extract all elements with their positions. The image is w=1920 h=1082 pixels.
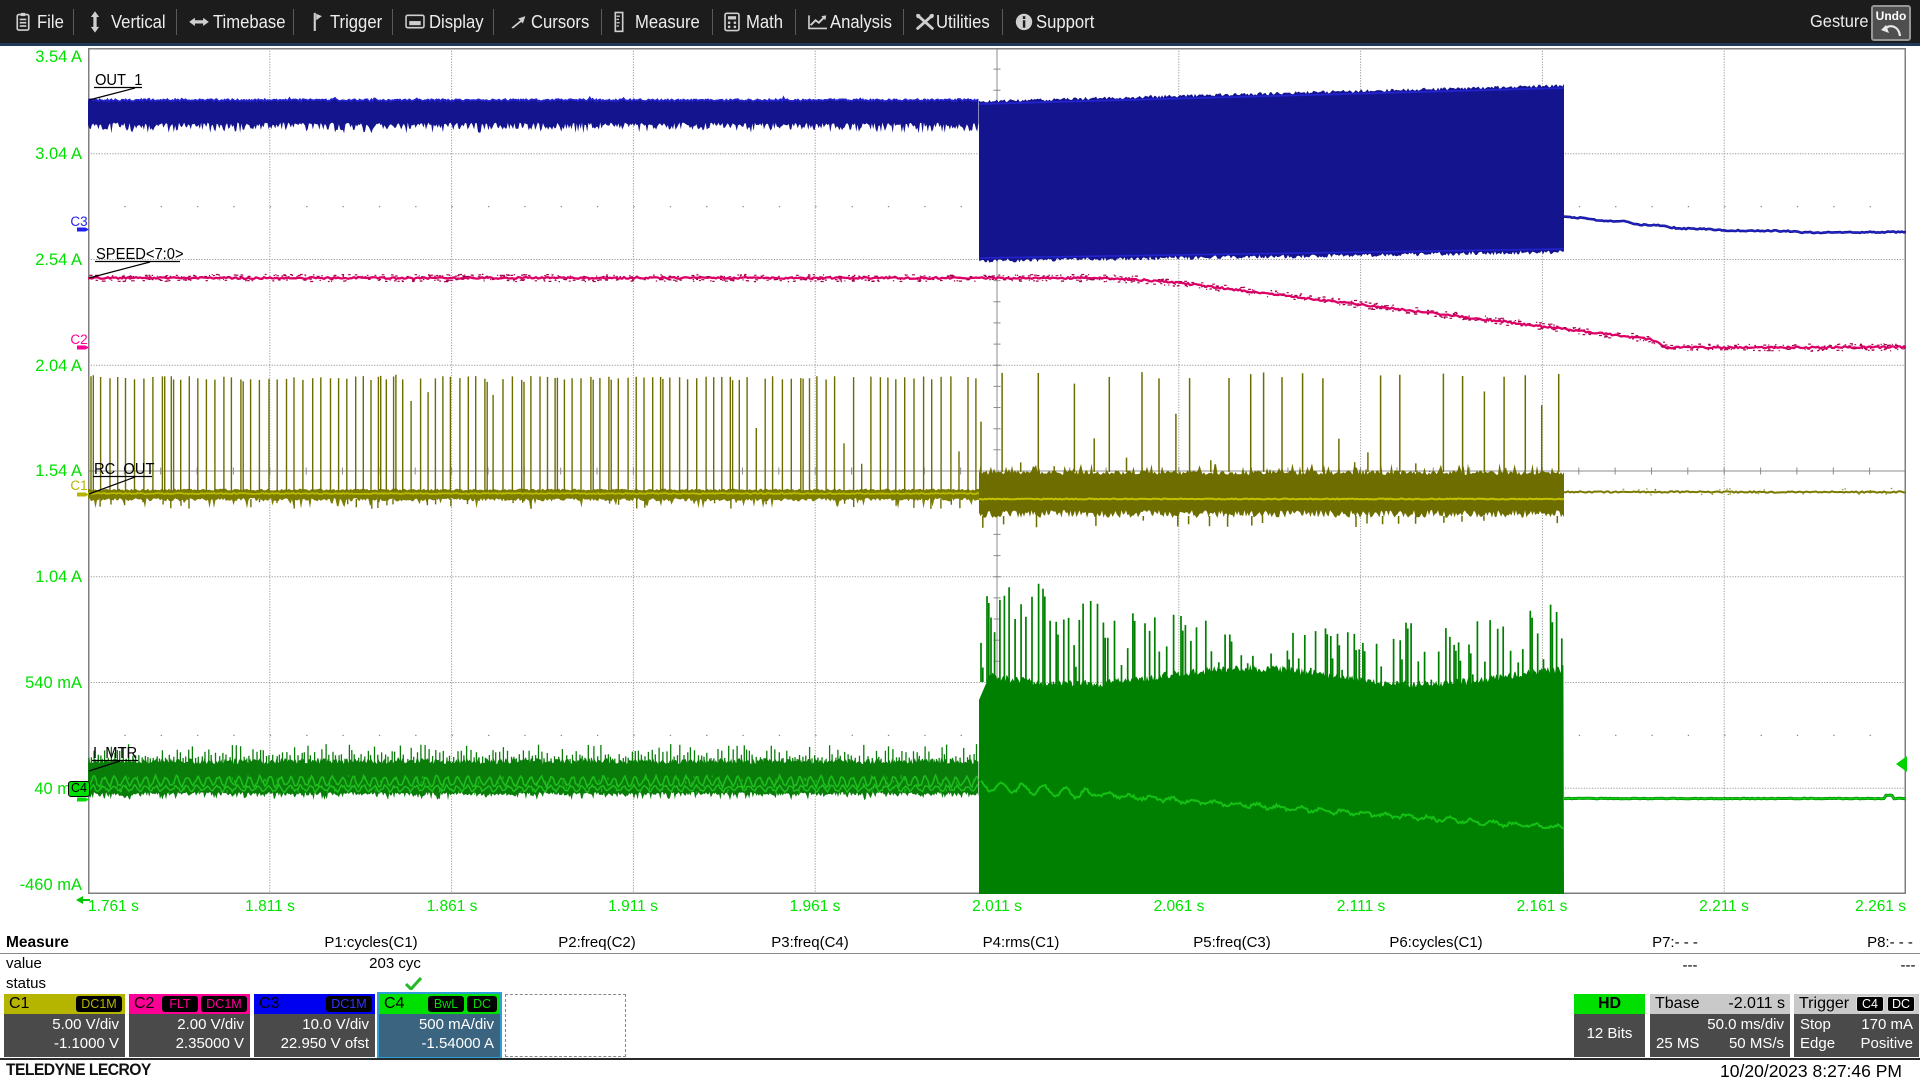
svg-text:RC_OUT: RC_OUT: [94, 461, 155, 478]
svg-text:I_MTR: I_MTR: [93, 745, 137, 762]
svg-text:OUT_1: OUT_1: [95, 72, 142, 89]
svg-text:SPEED<7:0>: SPEED<7:0>: [96, 246, 184, 263]
